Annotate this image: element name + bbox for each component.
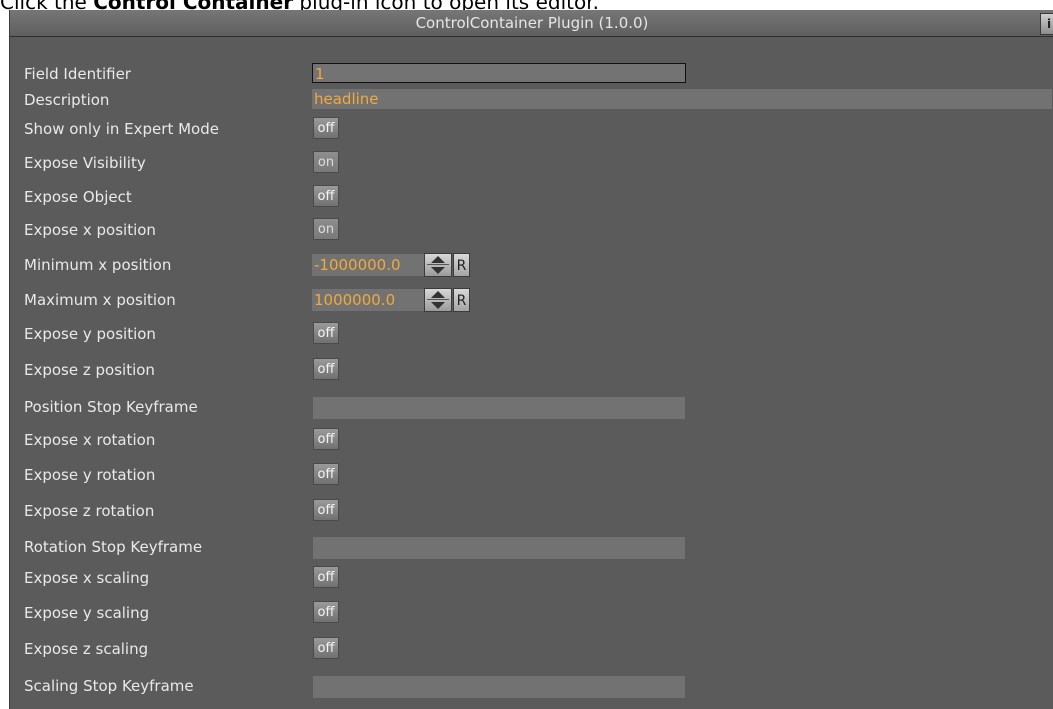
row-expose-x-rotation: Expose x rotation off	[10, 423, 1053, 457]
expose-y-rotation-toggle[interactable]: off	[313, 463, 339, 485]
expose-z-position-toggle[interactable]: off	[313, 358, 339, 380]
row-expose-y-scaling: Expose y scaling off	[10, 596, 1053, 630]
expose-x-scaling-label: Expose x scaling	[24, 569, 150, 587]
expose-y-position-toggle[interactable]: off	[313, 322, 339, 344]
description-input[interactable]: headline	[312, 89, 1052, 109]
expose-z-scaling-label: Expose z scaling	[24, 640, 149, 658]
expose-x-position-label: Expose x position	[24, 221, 156, 239]
spinner-down-icon[interactable]	[431, 302, 445, 309]
expose-x-rotation-toggle[interactable]: off	[313, 428, 339, 450]
row-scaling-stop-keyframe: Scaling Stop Keyframe	[10, 669, 1053, 703]
expose-x-rotation-label: Expose x rotation	[24, 431, 156, 449]
min-x-position-label: Minimum x position	[24, 256, 172, 274]
position-stop-input[interactable]	[313, 397, 685, 419]
expose-y-scaling-toggle[interactable]: off	[313, 601, 339, 623]
max-x-position-reset-button[interactable]: R	[453, 288, 470, 312]
row-expose-object: Expose Object off	[10, 180, 1053, 214]
row-expose-x-position: Expose x position on	[10, 213, 1053, 247]
max-x-position-spinner[interactable]	[424, 288, 452, 312]
row-expose-z-scaling: Expose z scaling off	[10, 632, 1053, 666]
expose-object-toggle[interactable]: off	[313, 185, 339, 207]
rotation-stop-input[interactable]	[313, 537, 685, 559]
panel-title: ControlContainer Plugin (1.0.0)	[10, 10, 1053, 37]
spinner-up-icon[interactable]	[431, 291, 445, 298]
row-rotation-stop-keyframe: Rotation Stop Keyframe	[10, 530, 1053, 564]
row-expose-y-rotation: Expose y rotation off	[10, 458, 1053, 492]
position-stop-label: Position Stop Keyframe	[24, 398, 198, 416]
expose-x-scaling-toggle[interactable]: off	[313, 566, 339, 588]
expose-x-position-toggle[interactable]: on	[313, 218, 339, 240]
field-identifier-input[interactable]: 1	[312, 63, 686, 83]
row-expose-x-scaling: Expose x scaling off	[10, 561, 1053, 595]
row-min-x-position: Minimum x position -1000000.0 R	[10, 248, 1053, 282]
row-expose-z-position: Expose z position off	[10, 353, 1053, 387]
show-expert-label: Show only in Expert Mode	[24, 120, 219, 138]
min-x-position-input[interactable]: -1000000.0	[312, 254, 424, 276]
rotation-stop-label: Rotation Stop Keyframe	[24, 538, 203, 556]
spinner-down-icon[interactable]	[431, 267, 445, 274]
row-expose-z-rotation: Expose z rotation off	[10, 494, 1053, 528]
info-button[interactable]: i	[1040, 13, 1053, 35]
expose-visibility-label: Expose Visibility	[24, 154, 146, 172]
row-expose-visibility: Expose Visibility on	[10, 146, 1053, 180]
expose-z-rotation-label: Expose z rotation	[24, 502, 155, 520]
row-position-stop-keyframe: Position Stop Keyframe	[10, 390, 1053, 424]
scaling-stop-input[interactable]	[313, 676, 685, 698]
expose-z-position-label: Expose z position	[24, 361, 155, 379]
max-x-position-input[interactable]: 1000000.0	[312, 289, 424, 311]
expose-z-rotation-toggle[interactable]: off	[313, 499, 339, 521]
expose-visibility-toggle[interactable]: on	[313, 151, 339, 173]
expose-object-label: Expose Object	[24, 188, 132, 206]
row-max-x-position: Maximum x position 1000000.0 R	[10, 283, 1053, 317]
scaling-stop-label: Scaling Stop Keyframe	[24, 677, 194, 695]
row-show-expert: Show only in Expert Mode off	[10, 112, 1053, 146]
min-x-position-spinner[interactable]	[424, 253, 452, 277]
plugin-editor-panel: ControlContainer Plugin (1.0.0) i Field …	[9, 10, 1053, 709]
row-expose-y-position: Expose y position off	[10, 317, 1053, 351]
expose-z-scaling-toggle[interactable]: off	[313, 637, 339, 659]
show-expert-toggle[interactable]: off	[313, 117, 339, 139]
max-x-position-label: Maximum x position	[24, 291, 176, 309]
spinner-up-icon[interactable]	[431, 256, 445, 263]
expose-y-rotation-label: Expose y rotation	[24, 466, 156, 484]
min-x-position-reset-button[interactable]: R	[453, 253, 470, 277]
expose-y-scaling-label: Expose y scaling	[24, 604, 150, 622]
expose-y-position-label: Expose y position	[24, 325, 156, 343]
